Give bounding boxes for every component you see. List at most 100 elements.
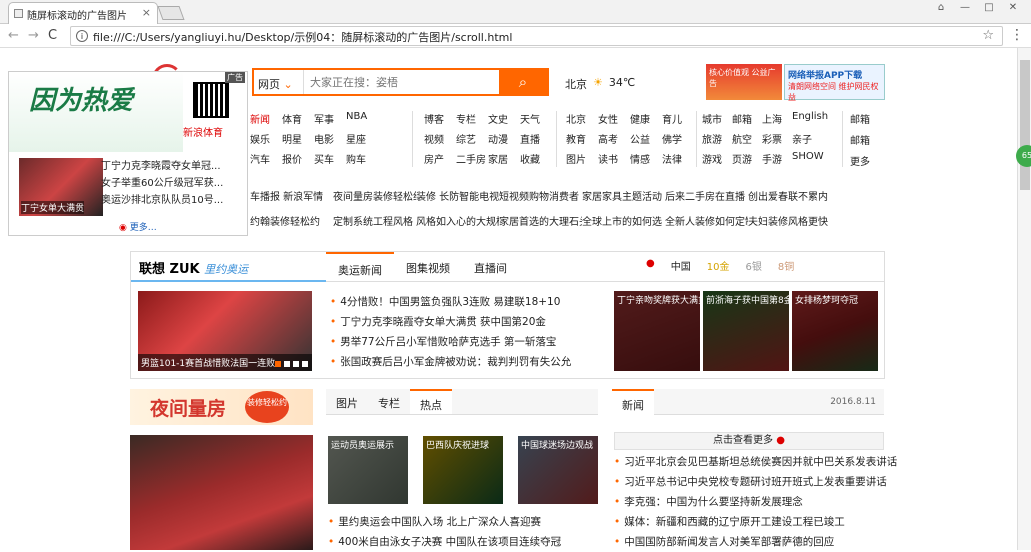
- nav-link[interactable]: 二手房: [456, 151, 488, 165]
- nav-link[interactable]: 游戏: [702, 151, 732, 165]
- news-item[interactable]: 李克强：中国为什么要坚持新发展理念: [614, 492, 897, 512]
- nav-link[interactable]: 星座: [346, 131, 378, 145]
- nav-link[interactable]: 电影: [314, 131, 346, 145]
- tab-olympic-news[interactable]: 奥运新闻: [326, 252, 394, 281]
- news-item[interactable]: 里约奥运会中国队入场 北上广深众人喜迎赛: [328, 512, 561, 532]
- search-type-select[interactable]: 网页 ⌄: [254, 70, 304, 94]
- news-item[interactable]: 丁宁力克李晓霞夺女单大满贯 获中国第20金: [330, 312, 571, 332]
- tab-news[interactable]: 新闻: [612, 389, 654, 419]
- nav-link[interactable]: 读书: [598, 151, 630, 165]
- bookmark-star-icon[interactable]: ☆: [982, 28, 994, 43]
- nav-link[interactable]: 专栏: [456, 111, 488, 125]
- nav-link[interactable]: 视频: [424, 131, 456, 145]
- maximize-button[interactable]: □: [977, 0, 1001, 16]
- nav-link[interactable]: 买车: [314, 151, 346, 165]
- nav-link[interactable]: 图片: [566, 151, 598, 165]
- forward-icon[interactable]: →: [28, 28, 39, 43]
- user-icon[interactable]: ⌂: [929, 0, 953, 16]
- nav-link[interactable]: 公益: [630, 131, 662, 145]
- thumbnail[interactable]: 女排杨梦珂夺冠: [792, 291, 878, 371]
- nav-link[interactable]: 彩票: [762, 131, 792, 145]
- tab-columns[interactable]: 专栏: [368, 389, 410, 414]
- promo-link[interactable]: 短视频购物消费者: [499, 188, 582, 203]
- nav-link[interactable]: 明星: [282, 131, 314, 145]
- nav-link[interactable]: SHOW: [792, 151, 840, 165]
- nav-link[interactable]: 收藏: [520, 151, 552, 165]
- promo-link[interactable]: 家居首选的大理石头: [499, 213, 582, 228]
- reload-icon[interactable]: C: [48, 28, 57, 43]
- thumbnail[interactable]: 前浙海子获中国第8金: [703, 291, 789, 371]
- nav-link[interactable]: 报价: [282, 151, 314, 165]
- browser-tab[interactable]: 随屏标滚动的广告图片 ×: [8, 2, 158, 24]
- nav-link[interactable]: 高考: [598, 131, 630, 145]
- report-app-banner[interactable]: 网络举报APP下载 清朗网络空间 维护网民权益: [784, 64, 885, 102]
- nav-link[interactable]: 邮箱: [850, 111, 890, 126]
- scrollbar-thumb[interactable]: [1020, 60, 1030, 190]
- nav-link[interactable]: English: [792, 111, 840, 125]
- promo-link[interactable]: 装修 长防智能电视: [416, 188, 499, 203]
- promo-link[interactable]: 定制系统工程风格: [333, 213, 416, 228]
- hot-picture[interactable]: 运动员奥运展示: [328, 436, 408, 504]
- promo-link[interactable]: 家居家具主题活动: [582, 188, 665, 203]
- news-item[interactable]: 张国政赛后吕小军金牌被劝说：裁判判罚有失公允: [330, 352, 571, 372]
- nav-link[interactable]: 家居: [488, 151, 520, 165]
- news-item[interactable]: 中国国防部新闻发言人对美军部署萨德的回应: [614, 532, 897, 552]
- ad-line[interactable]: 奥运沙排北京队队员10号...: [101, 192, 223, 209]
- scrollbar[interactable]: [1017, 48, 1031, 550]
- medal-count[interactable]: ● 中国 10金 6银 8铜: [646, 258, 794, 273]
- close-button[interactable]: ✕: [1001, 0, 1025, 16]
- info-icon[interactable]: i: [76, 30, 88, 42]
- ad-line[interactable]: 丁宁力克李晓霞夺女单冠...: [101, 158, 223, 175]
- promo-link[interactable]: 全球上市的如何选: [582, 213, 665, 228]
- ad-line[interactable]: 女子举重60公斤级冠军获...: [101, 175, 223, 192]
- values-banner[interactable]: 核心价值观 公益广告: [706, 64, 782, 100]
- nav-link[interactable]: 育儿: [662, 111, 694, 125]
- promo-link[interactable]: 夜间量房装修轻松约: [333, 188, 416, 203]
- nav-link[interactable]: NBA: [346, 111, 378, 125]
- carousel-dots[interactable]: [275, 361, 308, 367]
- nav-link[interactable]: 综艺: [456, 131, 488, 145]
- weather-widget[interactable]: 北京 ☀ 34℃: [565, 76, 635, 92]
- nav-link[interactable]: 购车: [346, 151, 378, 165]
- nav-link[interactable]: 城市: [702, 111, 732, 125]
- close-tab-icon[interactable]: ×: [142, 6, 151, 19]
- news-item[interactable]: 习近平北京会见巴基斯坦总统侯赛因并就中巴关系发表讲话: [614, 452, 897, 472]
- search-input[interactable]: [304, 70, 499, 94]
- headline-photo[interactable]: 男篮101-1赛首战惜败法国一连败: [138, 291, 312, 371]
- nav-link[interactable]: 手游: [762, 151, 792, 165]
- tab-hot[interactable]: 热点: [410, 389, 452, 414]
- tab-live[interactable]: 直播间: [462, 252, 519, 281]
- promo-link[interactable]: 创出爱春联不累内: [748, 188, 831, 203]
- promo-link[interactable]: 夫妇装修风格更快: [748, 213, 831, 228]
- float-ball-icon[interactable]: 65: [1016, 145, 1031, 167]
- floating-ad[interactable]: 因为热爱 广告 新浪体育 丁宁女单大满贯 丁宁力克李晓霞夺女单冠... 女子举重…: [8, 71, 248, 236]
- nav-link[interactable]: 天气: [520, 111, 552, 125]
- nav-link[interactable]: 航空: [732, 131, 762, 145]
- news-item[interactable]: 4分惜败！中国男篮负强队3连败 易建联18+10: [330, 292, 571, 312]
- nav-link[interactable]: 法律: [662, 151, 694, 165]
- tab-gallery[interactable]: 图集视频: [394, 252, 462, 281]
- ad-more[interactable]: ◉ 更多…: [119, 220, 157, 233]
- thumbnail[interactable]: 丁宁亲吻奖牌获大满贯: [614, 291, 700, 371]
- nav-link[interactable]: 健康: [630, 111, 662, 125]
- nav-link[interactable]: 邮箱: [732, 111, 762, 125]
- nav-link[interactable]: 更多: [850, 153, 890, 168]
- search-button[interactable]: ⌕: [499, 70, 547, 94]
- promo-photo[interactable]: [130, 435, 313, 550]
- nav-link[interactable]: 房产: [424, 151, 456, 165]
- promo-link[interactable]: 车播报 新浪军情: [250, 188, 333, 203]
- nav-link[interactable]: 页游: [732, 151, 762, 165]
- nav-link[interactable]: 体育: [282, 111, 314, 125]
- news-item[interactable]: 男举77公斤吕小军惜败哈萨克选手 第一斩落宝: [330, 332, 571, 352]
- promo-link[interactable]: 后来二手房在直播: [665, 188, 748, 203]
- night-survey-banner[interactable]: 夜间量房 装修轻松约: [130, 389, 313, 425]
- nav-link[interactable]: 动漫: [488, 131, 520, 145]
- nav-link[interactable]: 女性: [598, 111, 630, 125]
- nav-link[interactable]: 上海: [762, 111, 792, 125]
- minimize-button[interactable]: —: [953, 0, 977, 16]
- ad-photo[interactable]: 丁宁女单大满贯: [19, 158, 103, 216]
- news-item[interactable]: 媒体：新疆和西藏的辽宁原开工建设工程已竣工: [614, 512, 897, 532]
- nav-link[interactable]: 直播: [520, 131, 552, 145]
- nav-link[interactable]: 佛学: [662, 131, 694, 145]
- promo-link[interactable]: 风格如入心的大规模: [416, 213, 499, 228]
